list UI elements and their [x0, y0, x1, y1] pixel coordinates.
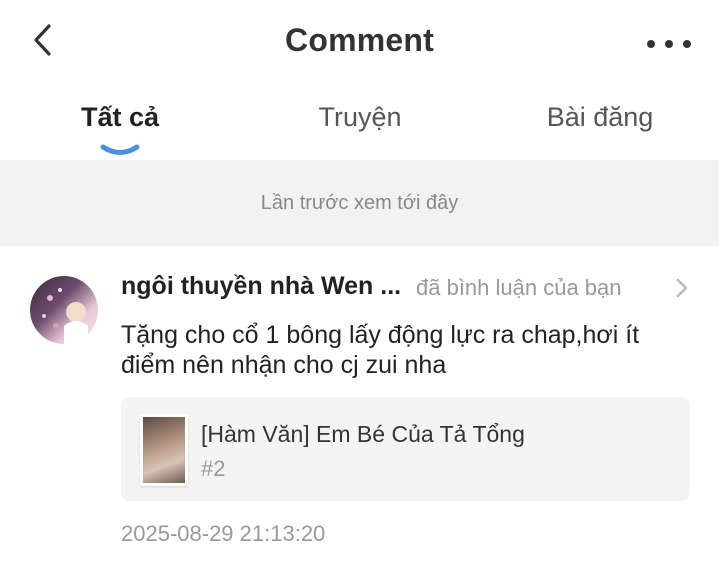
avatar[interactable] [30, 276, 98, 344]
chevron-right-icon[interactable] [672, 276, 692, 300]
comment-text: Tặng cho cổ 1 bông lấy động lực ra chap,… [121, 321, 640, 379]
commenter-name[interactable]: ngôi thuyền nhà Wen ... [121, 272, 401, 301]
more-dot [665, 40, 673, 48]
tab-posts[interactable]: Bài đăng [480, 102, 719, 133]
comment-timestamp: 2025-08-29 21:13:20 [121, 521, 326, 546]
tab-stories[interactable]: Truyện [240, 102, 480, 133]
story-cover-image [140, 414, 188, 486]
avatar-image [42, 288, 88, 344]
comment-item[interactable]: ngôi thuyền nhà Wen ... đã bình luận của… [0, 246, 719, 573]
page-title: Comment [285, 22, 434, 58]
more-horizontal-icon [647, 40, 655, 48]
story-title: [Hàm Văn] Em Bé Của Tả Tổng [201, 421, 525, 447]
comment-action-text: đã bình luận của bạn [416, 275, 622, 300]
app-header: Comment [0, 0, 719, 84]
story-card[interactable]: [Hàm Văn] Em Bé Của Tả Tổng #2 [121, 397, 690, 501]
more-dot [683, 40, 691, 48]
more-options-button[interactable] [647, 30, 691, 58]
tab-bar: Tất cả Truyện Bài đăng [0, 84, 719, 160]
story-chapter: #2 [201, 456, 226, 481]
story-cover-art [143, 417, 185, 483]
tab-all[interactable]: Tất cả [0, 102, 240, 133]
active-tab-indicator [100, 144, 140, 155]
last-seen-divider: Lần trước xem tới đây [0, 160, 719, 246]
